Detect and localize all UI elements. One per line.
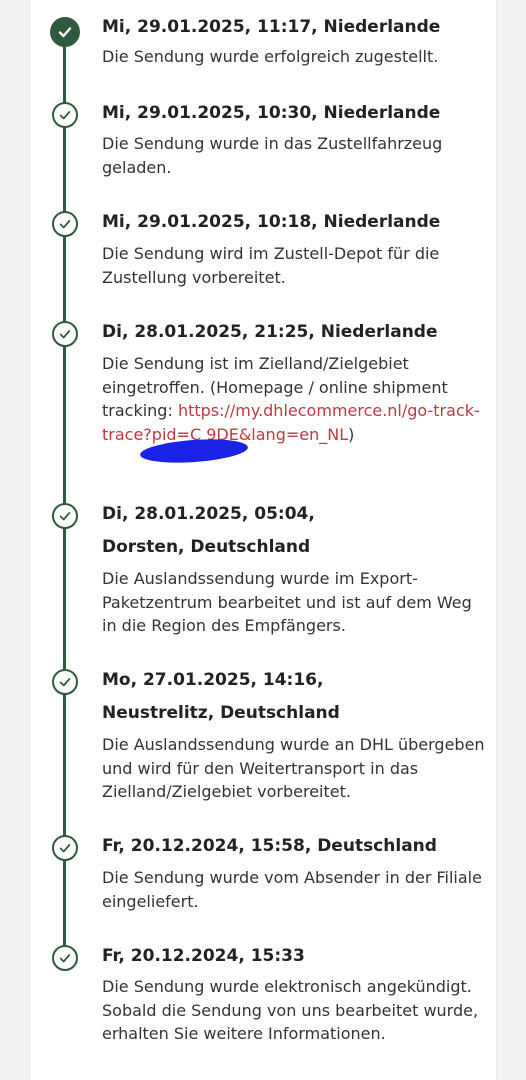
event-title: Di, 28.01.2025, 21:25, Niederlande — [102, 322, 438, 342]
event-description: Die Sendung wurde in das Zustellfahrzeug… — [102, 134, 443, 177]
check-circle-icon — [52, 835, 78, 861]
check-circle-icon — [52, 211, 78, 237]
timeline-line — [63, 40, 66, 960]
check-circle-icon — [52, 945, 78, 971]
event-description: Die Sendung ist im Zielland/Zielgebiet e… — [102, 354, 480, 444]
event-description: Die Auslandssendung wurde im Export-Pake… — [102, 569, 472, 635]
check-circle-icon — [50, 17, 80, 47]
event-description: Die Sendung wird im Zustell-Depot für di… — [102, 244, 440, 287]
event-title: Mi, 29.01.2025, 10:18, Niederlande — [102, 212, 441, 232]
event-description: Die Sendung wurde erfolgreich zugestellt… — [102, 47, 439, 66]
check-circle-icon — [52, 321, 78, 347]
check-circle-icon — [52, 669, 78, 695]
event-title: Di, 28.01.2025, 05:04, Dorsten, Deutschl… — [102, 504, 315, 557]
check-circle-icon — [52, 102, 78, 128]
event-title: Mo, 27.01.2025, 14:16, Neustrelitz, Deut… — [102, 670, 340, 723]
event-description: Die Sendung wurde vom Absender in der Fi… — [102, 868, 482, 911]
event-description: Die Auslandssendung wurde an DHL übergeb… — [102, 735, 485, 801]
event-title: Fr, 20.12.2024, 15:58, Deutschland — [102, 836, 437, 856]
event-title: Fr, 20.12.2024, 15:33 — [102, 946, 305, 966]
event-title: Mi, 29.01.2025, 11:17, Niederlande — [102, 17, 441, 37]
event-description: Die Sendung wurde elektronisch angekündi… — [102, 977, 479, 1043]
check-circle-icon — [52, 503, 78, 529]
event-title: Mi, 29.01.2025, 10:30, Niederlande — [102, 103, 441, 123]
